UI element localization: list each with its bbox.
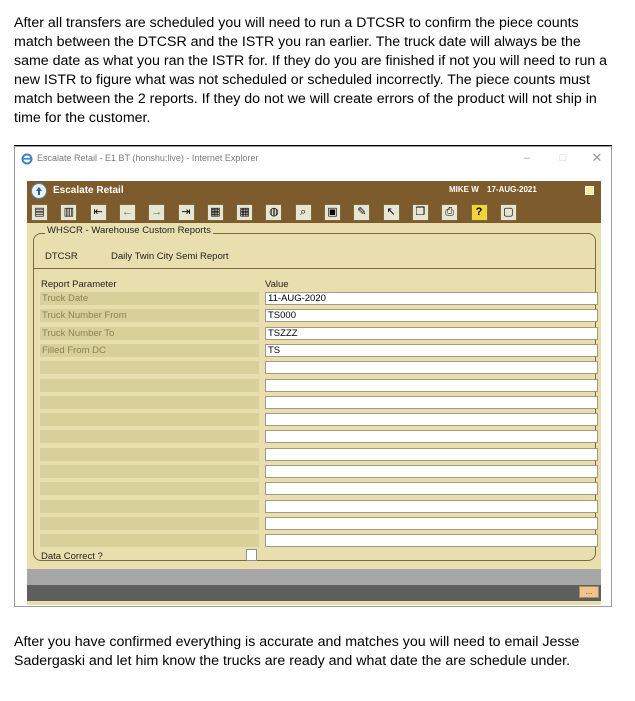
maximize-button[interactable]: □ <box>553 150 573 166</box>
escalate-logo-icon <box>31 183 47 199</box>
clear-record-icon: ▥ <box>63 206 74 218</box>
window-control-icon[interactable] <box>585 186 594 195</box>
parameter-value-field[interactable] <box>265 516 598 530</box>
browser-title: Escalate Retail - E1 BT (honshu:live) - … <box>37 153 259 163</box>
search-icon: ⌕ <box>300 206 307 218</box>
edit-icon: ✎ <box>357 206 367 218</box>
binoculars-button[interactable]: ◍ <box>265 204 283 221</box>
data-correct-label: Data Correct ? <box>41 551 103 562</box>
parameter-value-field[interactable] <box>265 430 598 444</box>
report-name: Daily Twin City Semi Report <box>111 251 229 262</box>
browser-window: Escalate Retail - E1 BT (honshu:live) - … <box>14 146 612 607</box>
close-button[interactable]: ✕ <box>587 150 607 166</box>
section-title: WHSCR - Warehouse Custom Reports <box>45 225 213 236</box>
last-record-button[interactable]: ⇥ <box>177 204 195 221</box>
parameter-label: Filled From DC <box>40 343 259 357</box>
parameter-label <box>40 430 259 444</box>
parameter-value-field[interactable] <box>265 482 598 496</box>
internet-explorer-icon <box>21 153 33 165</box>
next-record-icon: → <box>151 206 163 218</box>
calendar-icon: ▦ <box>210 206 221 218</box>
parameter-label <box>40 499 259 513</box>
help-icon: ? <box>475 206 483 218</box>
copy-button[interactable]: ❐ <box>411 204 429 221</box>
panel-divider <box>33 268 596 269</box>
print-button[interactable]: ⎙ <box>441 204 459 221</box>
calendar-2-button[interactable]: ▦ <box>236 204 254 221</box>
parameter-label <box>40 465 259 478</box>
calendar-2-icon: ▦ <box>239 206 250 218</box>
last-record-icon: ⇥ <box>181 206 191 218</box>
search-button[interactable]: ⌕ <box>294 204 312 221</box>
first-record-button[interactable]: ⇤ <box>89 204 107 221</box>
calendar-button[interactable]: ▦ <box>206 204 224 221</box>
parameter-value-field[interactable] <box>265 395 598 409</box>
parameter-value-field[interactable] <box>265 499 598 513</box>
parameter-value-field[interactable] <box>265 378 598 392</box>
app-title: Escalate Retail <box>53 185 124 196</box>
parameter-label <box>40 361 259 375</box>
parameter-value-field[interactable] <box>265 465 598 478</box>
first-record-icon: ⇤ <box>93 206 103 218</box>
clear-form-icon: ▤ <box>34 206 45 218</box>
print-icon: ⎙ <box>445 206 455 218</box>
app-header: Escalate Retail MIKE W 17-AUG-2021 <box>27 181 601 201</box>
parameter-value-field[interactable]: TS000 <box>265 309 598 323</box>
session-date: 17-AUG-2021 <box>487 185 537 194</box>
parameter-label: Truck Number From <box>40 309 259 323</box>
parameter-column-header: Report Parameter <box>41 279 117 290</box>
previous-record-button[interactable]: ← <box>118 204 136 221</box>
parameter-label <box>40 378 259 392</box>
previous-record-icon: ← <box>121 206 133 218</box>
report-code: DTCSR <box>45 251 78 262</box>
parameter-label <box>40 534 259 548</box>
exit-icon: ▢ <box>503 206 514 218</box>
clear-form-button[interactable]: ▤ <box>31 204 48 221</box>
parameter-value-field[interactable] <box>265 447 598 461</box>
copy-icon: ❐ <box>415 206 426 218</box>
parameter-label <box>40 413 259 427</box>
parameter-value-field[interactable] <box>265 413 598 427</box>
parameter-label <box>40 447 259 461</box>
escalate-app: Escalate Retail MIKE W 17-AUG-2021 ▤ ▥ ⇤ ← →… <box>27 181 601 605</box>
parameter-value-field[interactable]: TS <box>265 343 598 357</box>
parameter-label: Truck Number To <box>40 326 259 340</box>
help-button[interactable]: ? <box>470 204 488 221</box>
pointer-icon: ↖ <box>386 206 396 218</box>
status-bar <box>27 569 601 585</box>
minimize-button[interactable]: – <box>517 150 537 166</box>
parameter-label: Truck Date <box>40 292 259 305</box>
parameter-value-field[interactable] <box>265 534 598 548</box>
instruction-paragraph-2: After you have confirmed everything is a… <box>14 634 580 669</box>
clear-record-button[interactable]: ▥ <box>60 204 78 221</box>
parameter-value-field[interactable]: TSZZZ <box>265 326 598 340</box>
exit-button[interactable]: ▢ <box>499 204 517 221</box>
parameter-label <box>40 482 259 496</box>
binoculars-icon: ◍ <box>269 206 279 218</box>
pointer-button[interactable]: ↖ <box>382 204 400 221</box>
data-correct-checkbox[interactable] <box>246 549 257 561</box>
toolbar: ▤ ▥ ⇤ ← → ⇥ ▦ ▦ ◍ ⌕ ▣ ✎ ↖ ❐ ⎙? ▢ <box>27 201 601 223</box>
save-button[interactable]: ▣ <box>324 204 341 221</box>
parameter-label <box>40 516 259 530</box>
value-column-header: Value <box>265 279 289 290</box>
bottom-bar <box>27 585 601 601</box>
edit-button[interactable]: ✎ <box>353 204 371 221</box>
browser-title-bar: Escalate Retail - E1 BT (honshu:live) - … <box>15 147 611 171</box>
instruction-paragraph-1: After all transfers are scheduled you wi… <box>14 15 608 126</box>
parameter-label <box>40 395 259 409</box>
user-name: MIKE W <box>449 185 479 194</box>
ellipsis-button[interactable]: ... <box>579 586 599 598</box>
parameter-value-field[interactable] <box>265 361 598 375</box>
parameter-value-field[interactable]: 11-AUG-2020 <box>265 292 598 305</box>
next-record-button[interactable]: → <box>148 204 166 221</box>
save-icon: ▣ <box>327 206 338 218</box>
